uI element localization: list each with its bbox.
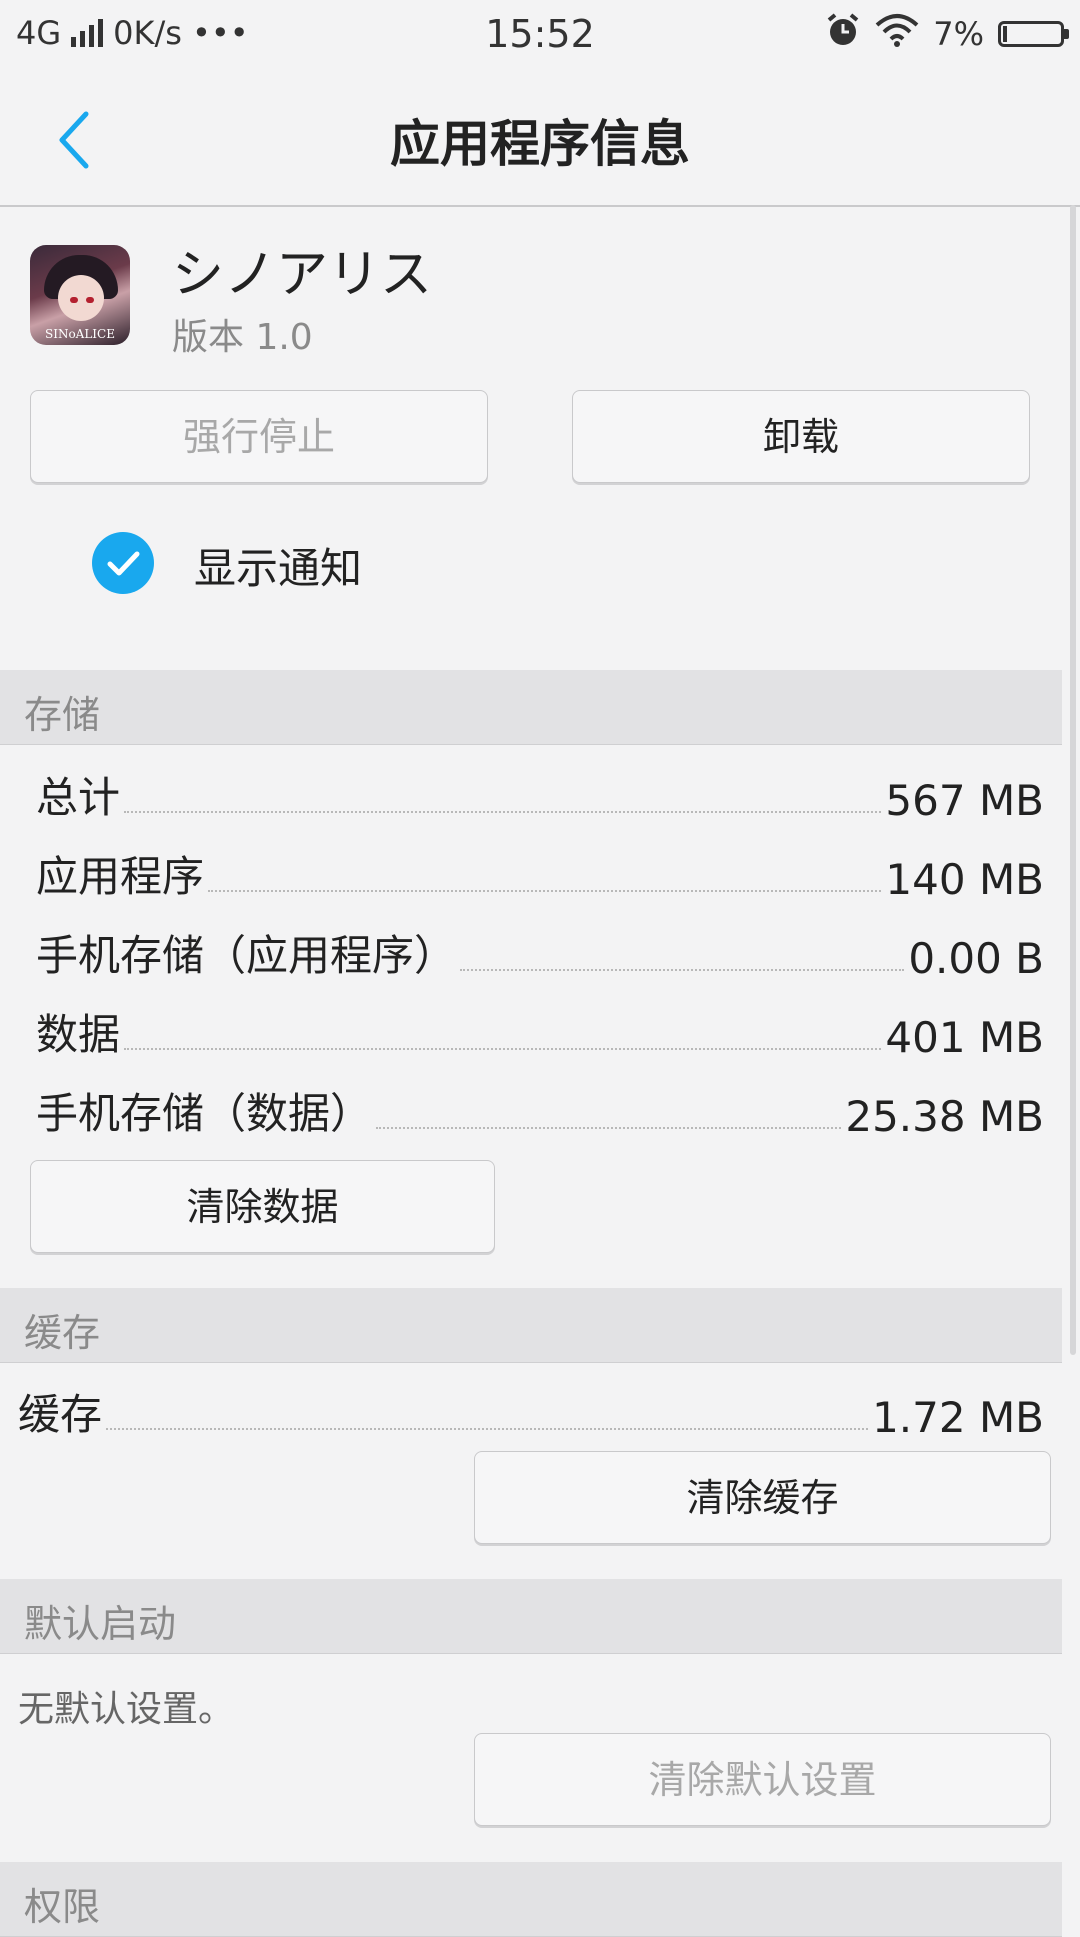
battery-level [1003,26,1007,42]
battery-icon [998,21,1069,47]
section-header-default-launch: 默认启动 [0,1579,1062,1654]
force-stop-button[interactable]: 强行停止 [30,390,488,483]
dotted-leader [124,1047,882,1050]
row-label: 手机存储（数据） [36,1089,373,1138]
check-icon [107,551,140,576]
row-label: 缓存 [18,1390,103,1439]
battery-percent: 7% [933,15,984,53]
dotted-leader [460,968,905,971]
section-header-permissions: 权限 [0,1862,1062,1937]
storage-row-app: 应用程序 140 MB [36,844,1044,904]
clear-defaults-button[interactable]: 清除默认设置 [474,1733,1051,1826]
alarm-icon [825,12,861,56]
row-value: 140 MB [885,855,1044,904]
clear-cache-button[interactable]: 清除缓存 [474,1451,1051,1544]
section-title: 缓存 [24,1311,101,1355]
dotted-leader [124,810,882,813]
row-value: 401 MB [885,1013,1044,1062]
clear-data-button[interactable]: 清除数据 [30,1160,495,1253]
row-label: 总计 [36,773,121,822]
dotted-leader [376,1126,842,1129]
row-value: 567 MB [885,776,1044,825]
row-value: 25.38 MB [845,1092,1044,1141]
storage-row-data: 数据 401 MB [36,1002,1044,1062]
storage-row-phone-app: 手机存储（应用程序） 0.00 B [36,923,1044,983]
status-right: 7% [825,12,1069,56]
row-label: 应用程序 [36,852,205,901]
app-name: シノアリス [172,245,433,305]
show-notification-label[interactable]: 显示通知 [194,535,362,596]
section-title: 存储 [24,693,101,737]
row-label: 手机存储（应用程序） [36,931,457,980]
app-icon-logo: SINoALICE [44,327,115,341]
section-header-cache: 缓存 [0,1288,1062,1363]
row-value: 0.00 B [908,934,1044,983]
wifi-icon [875,13,919,55]
title-bar: 应用程序信息 [0,70,1080,207]
scrollbar[interactable] [1070,205,1076,1355]
uninstall-button[interactable]: 卸载 [572,390,1030,483]
storage-row-total: 总计 567 MB [36,765,1044,825]
section-header-storage: 存储 [0,670,1062,745]
dotted-leader [208,889,882,892]
dotted-leader [106,1427,869,1430]
app-version: 版本 1.0 [172,317,313,358]
row-label: 数据 [36,1010,121,1059]
row-value: 1.72 MB [872,1393,1044,1442]
cache-row: 缓存 1.72 MB [18,1382,1044,1442]
app-icon: SINoALICE [30,245,130,345]
section-title: 权限 [24,1885,101,1929]
storage-row-phone-data: 手机存储（数据） 25.38 MB [36,1081,1044,1141]
no-default-text: 无默认设置。 [18,1689,235,1730]
status-bar: 4G 0K/s ••• 15:52 7% [0,0,1080,70]
section-title: 默认启动 [24,1602,177,1646]
show-notification-checkbox[interactable] [92,532,154,594]
page-title: 应用程序信息 [390,115,690,173]
